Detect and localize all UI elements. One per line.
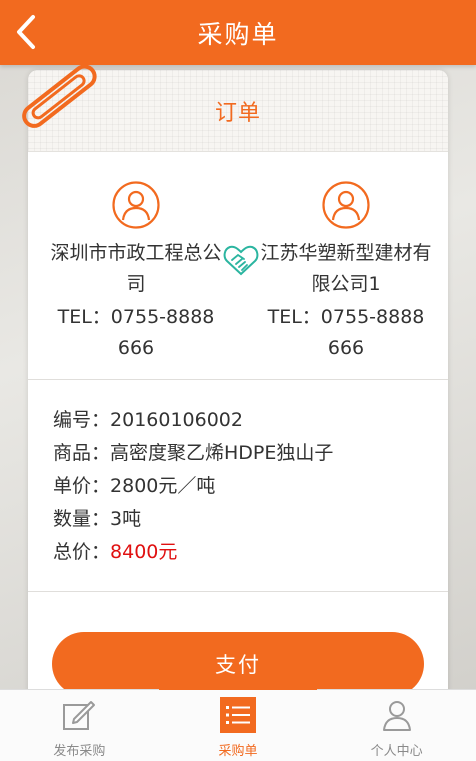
list-icon-box [220,697,256,733]
tab-personal-center[interactable]: 个人中心 [317,690,476,761]
tab-label: 采购单 [218,744,258,759]
chevron-left-icon [17,15,35,49]
tab-label: 个人中心 [370,744,423,759]
product-row: 商品：高密度聚乙烯HDPE独山子 [53,437,448,470]
seller-tel: TEL：0755-8888666 [267,306,425,359]
order-number-label: 编号： [53,409,111,431]
list-icon [226,706,250,724]
top-bar: 采购单 [0,0,476,65]
back-button[interactable] [6,12,46,52]
product-label: 商品： [53,442,111,464]
quantity-row: 数量：3吨 [53,503,448,536]
product-value: 高密度聚乙烯HDPE独山子 [110,442,334,464]
buyer-name: 深圳市市政工程总公司 [50,242,222,295]
unit-price-value: 2800元／吨 [110,475,216,497]
tab-label: 发布采购 [53,744,106,759]
buyer-tel: TEL：0755-8888666 [57,306,215,359]
page-title: 采购单 [197,19,279,49]
order-number-row: 编号：20160106002 [53,404,448,437]
avatar-icon [322,181,370,229]
unit-price-row: 单价：2800元／吨 [53,470,448,503]
unit-price-label: 单价： [53,475,111,497]
buyer-block: 深圳市市政工程总公司 TEL：0755-8888666 [46,180,226,364]
card-title: 订单 [214,100,261,126]
user-icon [382,701,411,731]
seller-block: 江苏华塑新型建材有限公司1 TEL：0755-8888666 [256,180,436,364]
edit-icon [63,701,96,730]
order-details: 编号：20160106002 商品：高密度聚乙烯HDPE独山子 单价：2800元… [28,380,448,592]
total-price-row: 总价：8400元 [53,536,448,569]
user-icon-box [379,697,415,733]
edit-icon-box [61,697,97,733]
total-price-value: 8400元 [110,541,178,563]
tab-purchase-order[interactable]: 采购单 [158,687,318,761]
active-tab-indicator [158,687,318,690]
avatar-icon [112,181,160,229]
bottom-tab-bar: 发布采购 采购单 个人中心 [0,687,476,761]
order-number: 20160106002 [110,409,243,431]
paperclip-icon [22,64,97,128]
quantity-label: 数量： [53,508,111,530]
seller-name: 江苏华塑新型建材有限公司1 [260,242,432,295]
total-price-label: 总价： [53,541,111,563]
order-card: 订单 深圳市市政工程总公司 TEL：0755-8888666 江苏华塑新型建材有… [28,70,448,710]
parties-section: 深圳市市政工程总公司 TEL：0755-8888666 江苏华塑新型建材有限公司… [28,152,448,380]
handshake-icon [223,245,259,276]
tab-publish-purchase[interactable]: 发布采购 [0,690,159,761]
quantity-value: 3吨 [110,508,142,530]
